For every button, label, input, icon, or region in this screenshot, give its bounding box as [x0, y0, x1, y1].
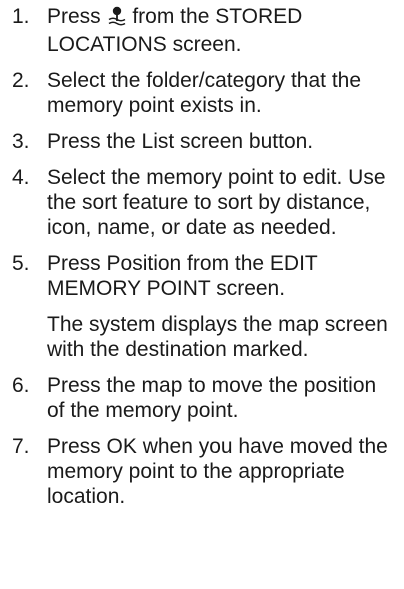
step-note: The system displays the map screen with …	[47, 313, 388, 361]
instruction-page: 1. Press from the STORED LOCATIONS scree…	[0, 0, 404, 589]
step-2: 2. Select the folder/category that the m…	[12, 68, 397, 118]
step-text: Press OK when you have moved the memory …	[47, 435, 388, 508]
step-text: Select the folder/category that the memo…	[47, 69, 362, 117]
step-1: 1. Press from the STORED LOCATIONS scree…	[12, 4, 397, 57]
step-text: Press the List screen button.	[47, 130, 314, 153]
instruction-steps-list: 1. Press from the STORED LOCATIONS scree…	[12, 4, 397, 520]
step-number: 1.	[12, 5, 30, 28]
step-number: 5.	[12, 252, 30, 275]
memory-point-icon	[108, 6, 126, 32]
step-text: Press Position from the EDIT MEMORY POIN…	[47, 252, 318, 300]
step-text: Press from the STORED LOCATIONS screen.	[47, 4, 397, 57]
step-text: Press the map to move the position of th…	[47, 374, 377, 422]
step-4: 4. Select the memory point to edit. Use …	[12, 165, 397, 240]
step-5: 5. Press Position from the EDIT MEMORY P…	[12, 251, 397, 362]
step-number: 2.	[12, 69, 30, 92]
step-3: 3. Press the List screen button.	[12, 129, 397, 154]
step-text: Select the memory point to edit. Use the…	[47, 166, 386, 239]
step-body: Press Position from the EDIT MEMORY POIN…	[47, 251, 397, 362]
step-number: 6.	[12, 374, 30, 397]
step-7: 7. Press OK when you have moved the memo…	[12, 434, 397, 509]
step-number: 4.	[12, 166, 30, 189]
step-text-before-icon: Press	[47, 5, 107, 28]
step-6: 6. Press the map to move the position of…	[12, 373, 397, 423]
step-number: 7.	[12, 435, 30, 458]
step-number: 3.	[12, 130, 30, 153]
